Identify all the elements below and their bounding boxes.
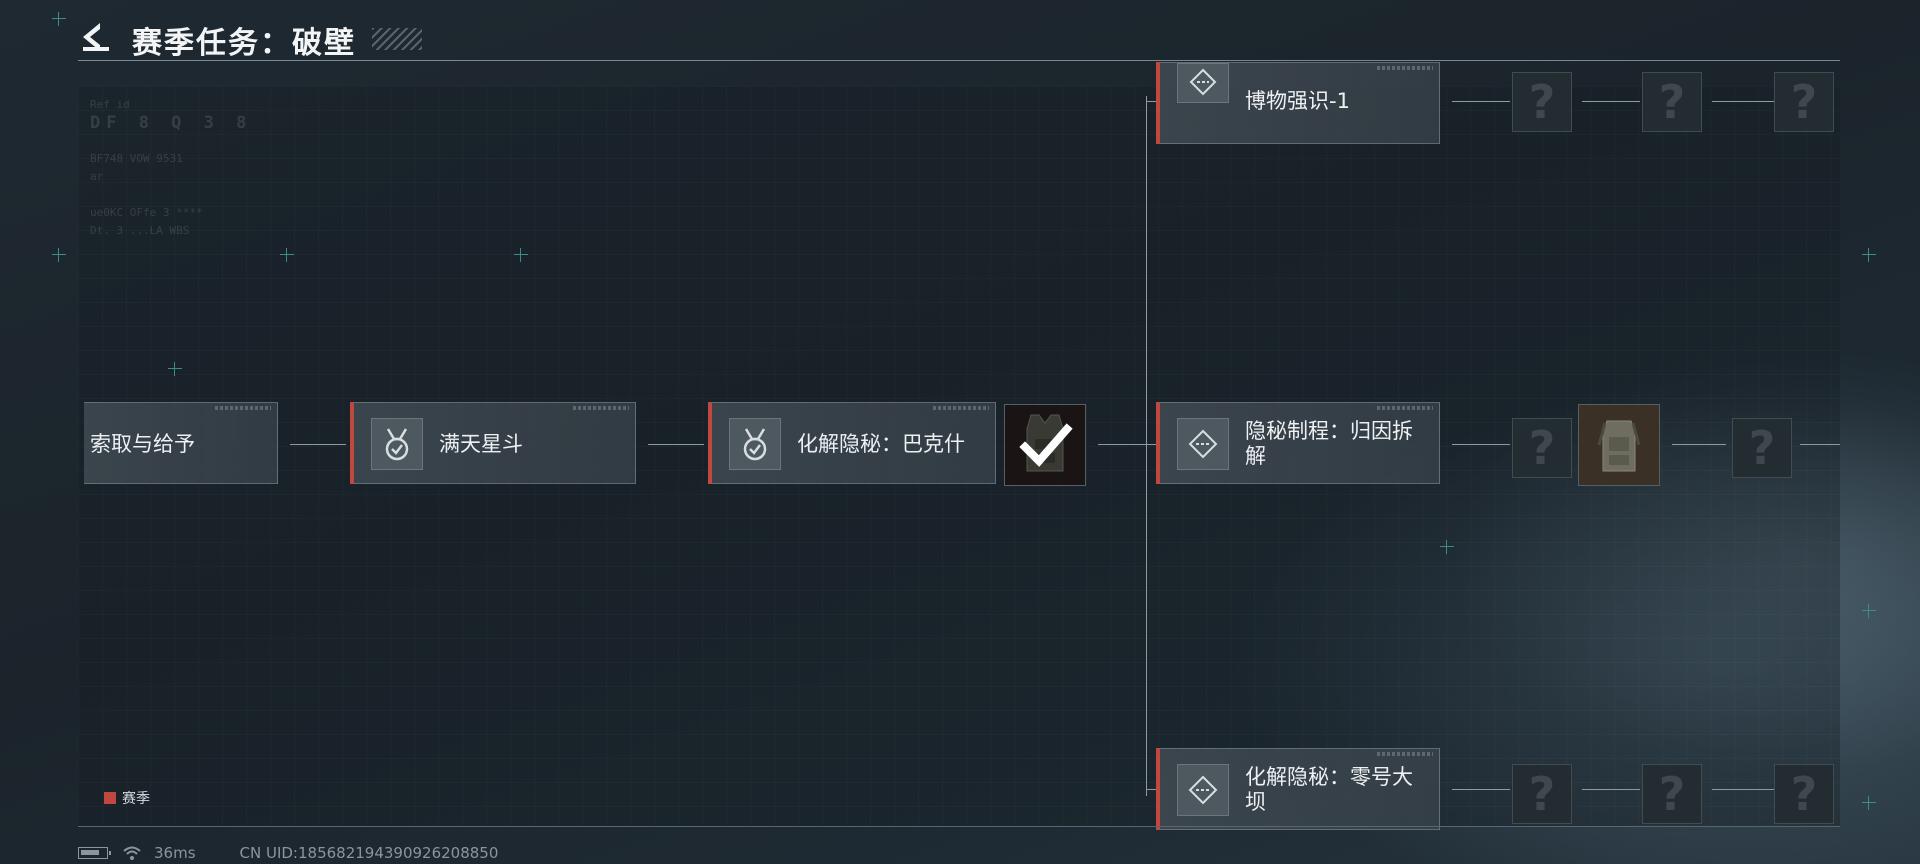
connector-line [1146,101,1156,102]
backpack-icon [1597,420,1641,472]
connector-line [648,444,704,445]
checkmark-icon [1019,423,1073,467]
cross-marker [52,248,66,262]
task-card-4[interactable]: 博物强识-1 [1156,62,1440,144]
status-bar: 36ms CN UID:185682194390926208850 [78,844,498,862]
unknown-task[interactable]: ? [1512,764,1572,824]
connector-line [1452,101,1510,102]
cross-marker [168,362,182,376]
title-decoration [372,28,422,50]
cross-marker [1440,540,1454,554]
decor-text: Ref id DF 8 Q 3 8 BF748 VOW 9531 ar ue0K… [90,98,253,237]
season-accent [1156,402,1160,484]
season-color-swatch [104,792,116,804]
uid-text: CN UID:185682194390926208850 [239,844,499,862]
cross-marker [1862,796,1876,810]
medal-check-icon [729,418,781,470]
task-card-1[interactable]: 索取与给予 [84,402,278,484]
connector-line [1146,789,1156,790]
cross-marker [1862,248,1876,262]
task-label: 博物强识-1 [1245,89,1350,113]
legend: 赛季 [104,788,150,808]
task-card-2[interactable]: 满天星斗 [350,402,636,484]
connector-line [1712,789,1774,790]
page-title: 赛季任务：破壁 [132,26,356,61]
unknown-task[interactable]: ? [1642,72,1702,132]
diamond-path-icon [1177,418,1229,470]
chevron-left-icon [83,23,109,51]
unknown-task[interactable]: ? [1774,72,1834,132]
connector-line [1452,444,1510,445]
card-decoration [215,406,271,410]
season-accent [350,402,354,484]
ping-value: 36ms [154,844,196,862]
season-accent [1156,748,1160,830]
reward-item-backpack[interactable] [1578,404,1660,486]
connector-line [1800,444,1840,445]
wifi-icon [123,846,141,860]
task-card-5[interactable]: 隐秘制程：归因拆解 [1156,402,1440,484]
unknown-task[interactable]: ? [1642,764,1702,824]
battery-icon [78,847,111,859]
connector-line [1452,789,1510,790]
header-divider [78,60,1840,61]
cross-marker [514,248,528,262]
task-label: 索取与给予 [90,431,195,456]
season-accent [708,402,712,484]
task-label: 化解隐秘：巴克什 [797,431,965,456]
task-label: 化解隐秘：零号大坝 [1245,765,1413,814]
connector-line [1098,444,1146,445]
header-bar: 赛季任务：破壁 [0,0,1920,62]
branch-line [1146,96,1147,796]
cross-marker [280,248,294,262]
unknown-task[interactable]: ? [1512,418,1572,478]
task-card-6[interactable]: 化解隐秘：零号大坝 [1156,748,1440,830]
unknown-task[interactable]: ? [1774,764,1834,824]
unknown-task[interactable]: ? [1732,418,1792,478]
connector-line [1712,101,1774,102]
card-decoration [573,406,629,410]
back-button[interactable] [78,20,112,54]
unknown-task[interactable]: ? [1512,72,1572,132]
task-label: 满天星斗 [439,431,523,456]
cross-marker [1862,604,1876,618]
connector-line [1582,101,1640,102]
legend-label: 赛季 [122,791,150,807]
task-card-3[interactable]: 化解隐秘：巴克什 [708,402,996,484]
connector-line [1672,444,1726,445]
medal-check-icon [371,418,423,470]
season-accent [1156,62,1160,144]
diamond-path-icon [1177,63,1229,103]
connector-line [290,444,346,445]
task-label: 隐秘制程：归因拆解 [1245,419,1413,468]
connector-line [1146,444,1156,445]
reward-item-armor[interactable] [1004,404,1086,486]
card-decoration [1377,66,1433,70]
connector-line [1582,789,1640,790]
diamond-path-icon [1177,764,1229,816]
footer-divider [78,826,1840,827]
